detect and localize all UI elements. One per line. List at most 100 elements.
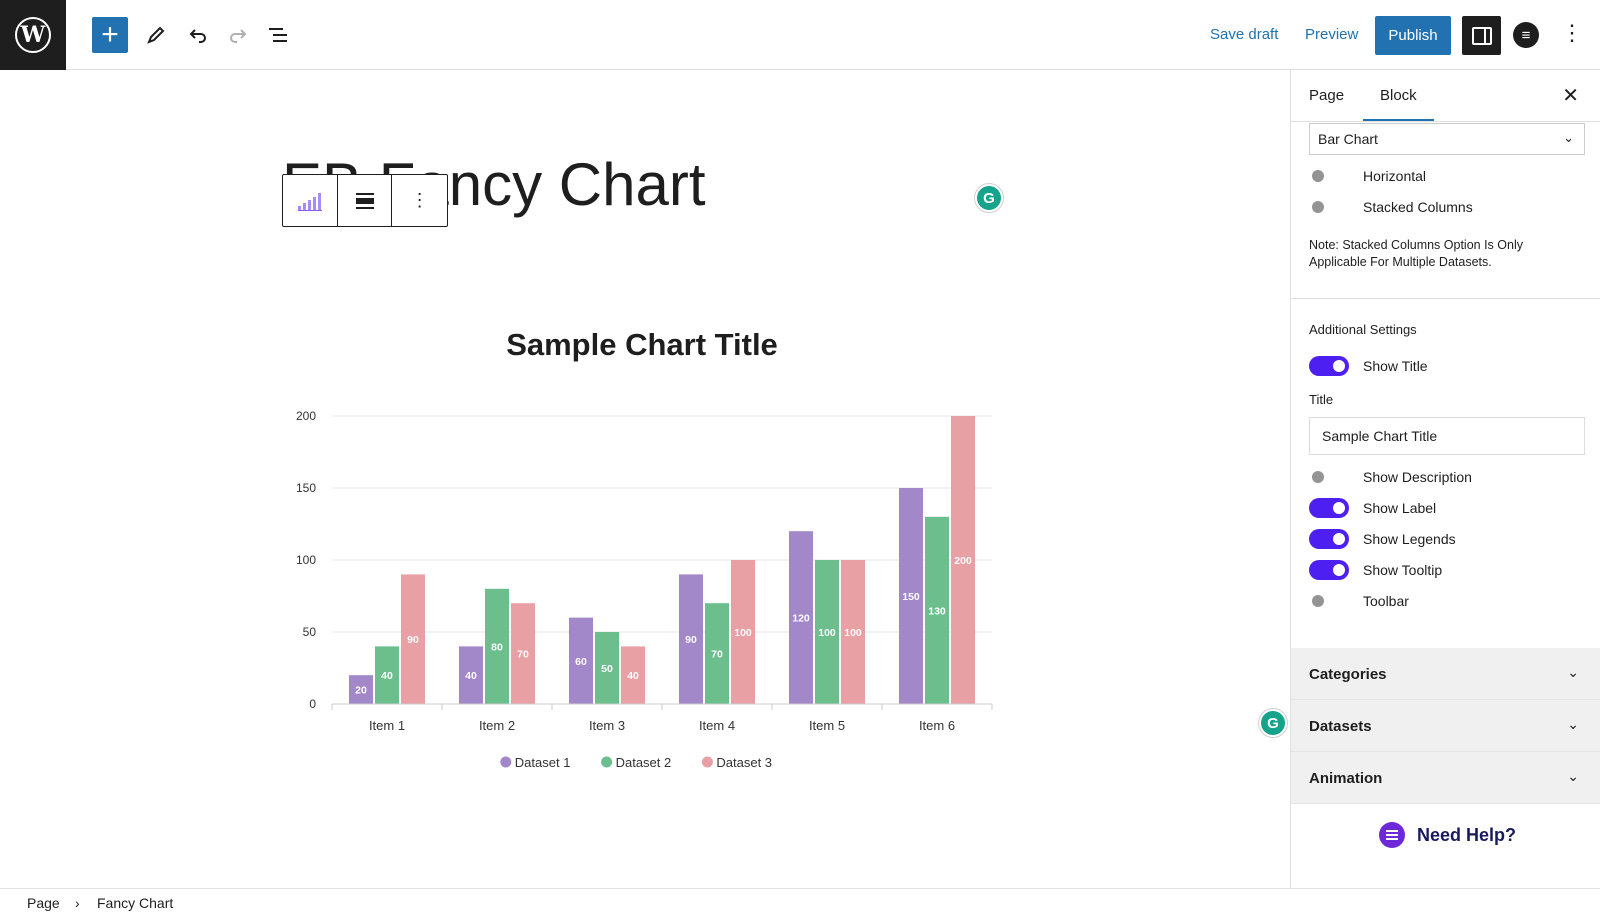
sidebar-tabs: Page Block ✕ [1291,70,1600,122]
x-tick-label: Item 6 [919,718,955,733]
chevron-down-icon: ⌄ [1567,768,1579,784]
show-title-toggle[interactable] [1309,356,1349,376]
data-label: 70 [711,649,723,661]
show-label-row[interactable]: Show Label [1309,497,1436,519]
data-label: 20 [355,685,367,697]
grammarly-icon[interactable]: G [974,183,1004,213]
breadcrumb-current[interactable]: Fancy Chart [97,895,173,911]
datasets-panel[interactable]: Datasets ⌄ [1291,700,1600,752]
breadcrumb-separator: › [75,895,80,911]
data-label: 90 [685,634,697,646]
close-icon[interactable]: ✕ [1562,83,1579,108]
data-label: 70 [517,649,529,661]
y-tick-label: 100 [296,553,316,567]
data-label: 100 [818,627,836,639]
show-label-toggle[interactable] [1309,498,1349,518]
breadcrumb: Page › Fancy Chart [0,888,1600,915]
x-tick-label: Item 2 [479,718,515,733]
horizontal-label: Horizontal [1363,168,1427,184]
list-view-icon[interactable] [260,17,296,53]
data-label: 40 [627,670,639,682]
stacked-toggle[interactable] [1309,197,1349,217]
show-tooltip-toggle[interactable] [1309,560,1349,580]
animation-panel[interactable]: Animation ⌄ [1291,752,1600,804]
chart-type-select[interactable]: Bar Chart ⌄ [1309,123,1585,155]
stacked-label: Stacked Columns [1363,199,1473,215]
divider [1291,298,1600,299]
tab-page[interactable]: Page [1309,87,1344,104]
categories-panel-title: Categories [1309,666,1387,683]
settings-panel-icon[interactable] [1462,16,1501,55]
show-legends-toggle[interactable] [1309,529,1349,549]
data-label: 90 [407,634,419,646]
stacked-note: Note: Stacked Columns Option Is Only App… [1309,238,1523,269]
chart-type-value: Bar Chart [1318,131,1378,147]
legend-swatch [601,756,613,768]
block-options-icon[interactable]: ⋮ [392,175,447,226]
chart-block-icon[interactable] [283,175,338,226]
y-tick-label: 0 [309,697,316,711]
horizontal-toggle-row[interactable]: Horizontal [1309,165,1426,187]
align-icon[interactable] [338,175,393,226]
show-tooltip-row[interactable]: Show Tooltip [1309,559,1442,581]
more-vertical-icon[interactable]: ⋮ [1561,20,1583,46]
stacked-toggle-row[interactable]: Stacked Columns [1309,196,1473,218]
editor-top-bar: W + Save draft Preview Publish ≡ ⋮ [0,0,1600,70]
need-help-label: Need Help? [1417,824,1517,845]
data-label: 40 [381,670,393,682]
animation-panel-title: Animation [1309,770,1383,787]
undo-icon[interactable] [180,17,216,53]
show-title-label: Show Title [1363,358,1428,374]
data-label: 120 [792,613,810,625]
grammarly-icon[interactable]: G [1258,708,1288,738]
redo-icon[interactable] [220,17,256,53]
pencil-icon[interactable] [138,17,174,53]
settings-sidebar: Page Block ✕ Bar Chart ⌄ Horizontal Stac… [1290,70,1600,888]
data-label: 130 [928,605,946,617]
preview-button[interactable]: Preview [1305,26,1358,43]
show-legends-label: Show Legends [1363,531,1456,547]
breadcrumb-page[interactable]: Page [27,895,60,911]
legend-item: Dataset 2 [616,755,672,770]
help-chat-icon [1379,822,1405,848]
datasets-panel-title: Datasets [1309,718,1372,735]
title-field-label: Title [1309,392,1334,407]
show-title-row[interactable]: Show Title [1309,355,1428,377]
save-draft-button[interactable]: Save draft [1210,26,1278,43]
chart-title: Sample Chart Title [506,327,778,362]
chevron-down-icon: ⌄ [1563,130,1574,145]
data-label: 80 [491,641,503,653]
y-tick-label: 200 [296,409,316,423]
legend-item: Dataset 3 [716,755,772,770]
show-description-row[interactable]: Show Description [1309,466,1472,488]
data-label: 60 [575,656,587,668]
tab-block[interactable]: Block [1363,87,1434,121]
add-block-button[interactable]: + [92,17,128,53]
x-tick-label: Item 4 [699,718,735,733]
data-label: 100 [844,627,862,639]
show-description-toggle[interactable] [1309,467,1349,487]
need-help-link[interactable]: Need Help? [1379,822,1516,848]
show-legends-row[interactable]: Show Legends [1309,528,1456,550]
data-label: 150 [902,591,920,603]
data-label: 50 [601,663,613,675]
show-tooltip-label: Show Tooltip [1363,562,1443,578]
toolbar-row[interactable]: Toolbar [1309,590,1409,612]
data-label: 200 [954,555,972,567]
data-label: 100 [734,627,752,639]
title-input[interactable]: Sample Chart Title [1309,417,1585,455]
chevron-down-icon: ⌄ [1567,716,1579,732]
chevron-down-icon: ⌄ [1567,664,1579,680]
publish-button[interactable]: Publish [1375,16,1451,55]
legend-item: Dataset 1 [515,755,571,770]
categories-panel[interactable]: Categories ⌄ [1291,648,1600,700]
additional-settings-heading: Additional Settings [1309,322,1417,337]
bar-chart: Sample Chart Title 0 50 100 150 200 20 40 90 Item… [296,327,993,770]
show-description-label: Show Description [1363,469,1472,485]
plugin-icon[interactable]: ≡ [1513,22,1539,48]
toolbar-toggle[interactable] [1309,591,1349,611]
block-toolbar: ⋮ [282,174,448,227]
y-tick-label: 50 [303,625,317,639]
wordpress-logo-icon[interactable]: W [0,0,66,70]
horizontal-toggle[interactable] [1309,166,1349,186]
